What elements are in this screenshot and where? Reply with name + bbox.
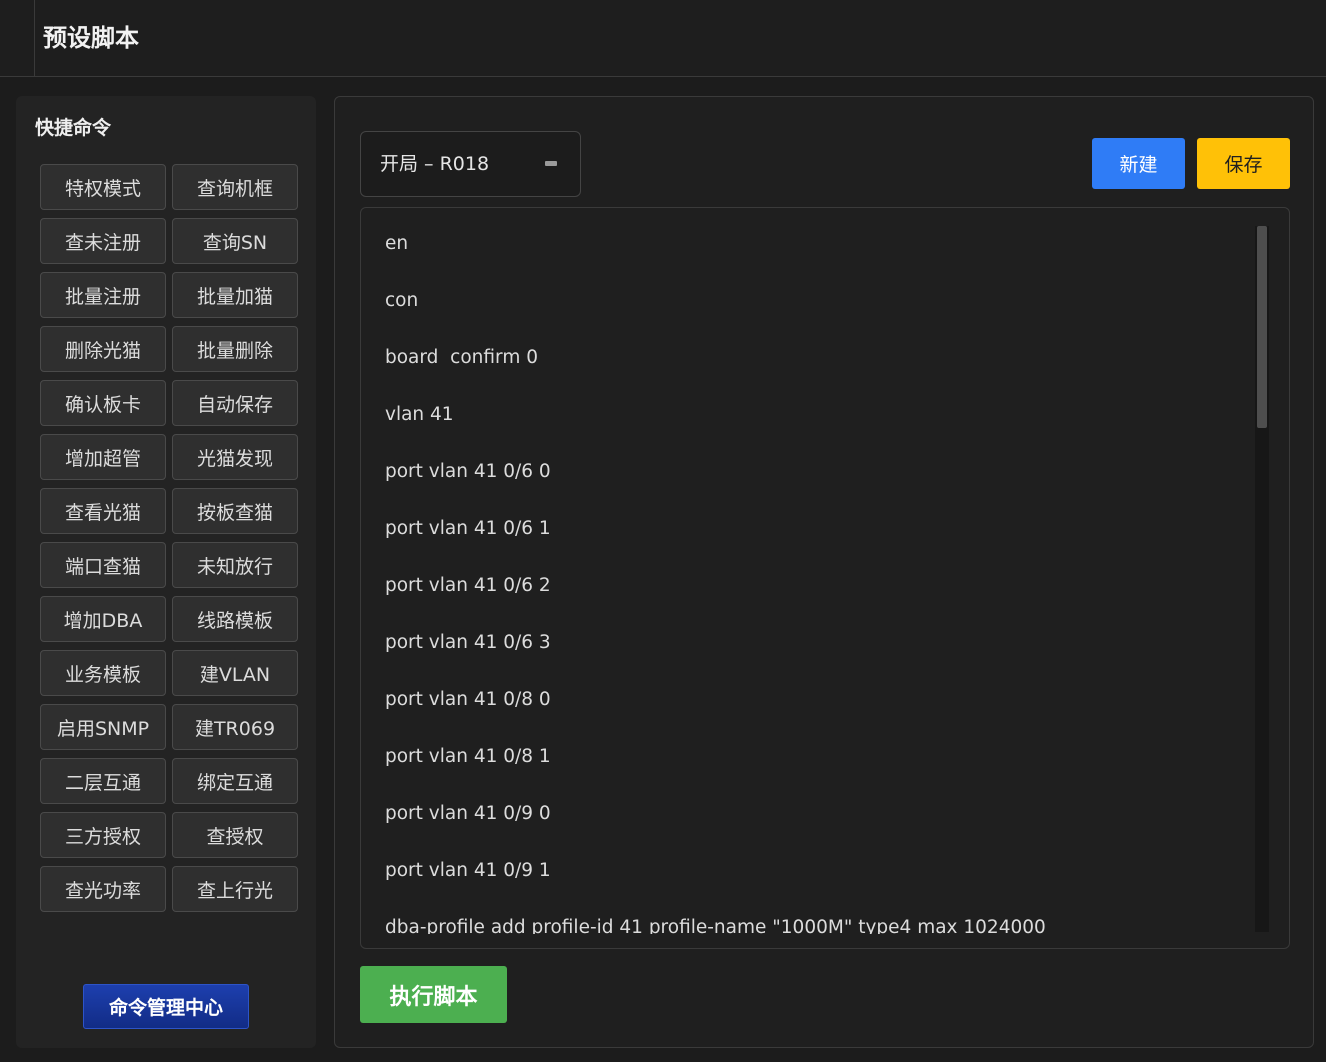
editor-scrollbar[interactable] [1255,226,1269,932]
quick-command-button[interactable]: 查未注册 [40,218,166,264]
script-line: en [385,233,409,254]
script-select[interactable]: 开局 – R018 [360,131,581,197]
header-divider [34,0,35,76]
new-script-button[interactable]: 新建 [1092,138,1185,189]
quick-command-button[interactable]: 查看光猫 [40,488,166,534]
editor-scrollbar-thumb[interactable] [1257,226,1267,428]
script-line: con [385,290,419,311]
script-editor[interactable]: en con board confirm 0 vlan 41 port vlan 41 … [360,207,1290,949]
script-panel: 开局 – R018 新建 保存 en con board confirm 0 vlan… [334,96,1314,1048]
quick-command-button[interactable]: 查询机框 [172,164,298,210]
script-line: port vlan 41 0/6 3 [385,632,551,653]
script-line: vlan 41 [385,404,454,425]
quick-command-button[interactable]: 查上行光 [172,866,298,912]
command-management-center-button[interactable]: 命令管理中心 [83,984,249,1029]
quick-command-button[interactable]: 特权模式 [40,164,166,210]
script-line: port vlan 41 0/8 1 [385,746,551,767]
quick-commands-panel: 快捷命令 特权模式 查询机框 查未注册 查询SN 批量注册 批量加猫 删除光猫 批量删除 确认板… [16,96,316,1048]
quick-commands-grid: 特权模式 查询机框 查未注册 查询SN 批量注册 批量加猫 删除光猫 批量删除 确认板卡 自动保存… [40,164,298,912]
quick-command-button[interactable]: 查授权 [172,812,298,858]
script-line: board confirm 0 [385,347,539,368]
quick-command-button[interactable]: 线路模板 [172,596,298,642]
script-line: port vlan 41 0/9 0 [385,803,551,824]
script-line: port vlan 41 0/6 2 [385,575,551,596]
quick-command-button[interactable]: 建TR069 [172,704,298,750]
quick-command-button[interactable]: 光猫发现 [172,434,298,480]
save-script-button[interactable]: 保存 [1197,138,1290,189]
quick-command-button[interactable]: 端口查猫 [40,542,166,588]
quick-command-button[interactable]: 按板查猫 [172,488,298,534]
page-header: 预设脚本 [0,0,1326,77]
quick-command-button[interactable]: 二层互通 [40,758,166,804]
quick-command-button[interactable]: 批量加猫 [172,272,298,318]
quick-command-button[interactable]: 绑定互通 [172,758,298,804]
quick-command-button[interactable]: 增加DBA [40,596,166,642]
script-line: port vlan 41 0/8 0 [385,689,551,710]
script-select-value: 开局 – R018 [380,153,490,175]
quick-command-button[interactable]: 建VLAN [172,650,298,696]
quick-command-button[interactable]: 删除光猫 [40,326,166,372]
quick-command-button[interactable]: 增加超管 [40,434,166,480]
dropdown-indicator-icon [545,161,557,166]
quick-command-button[interactable]: 未知放行 [172,542,298,588]
script-line: port vlan 41 0/6 1 [385,518,551,539]
script-lines: en con board confirm 0 vlan 41 port vlan 41 … [385,228,1265,934]
script-line: port vlan 41 0/9 1 [385,860,551,881]
quick-command-button[interactable]: 业务模板 [40,650,166,696]
quick-command-button[interactable]: 查询SN [172,218,298,264]
quick-command-button[interactable]: 三方授权 [40,812,166,858]
quick-command-button[interactable]: 查光功率 [40,866,166,912]
quick-command-button[interactable]: 批量删除 [172,326,298,372]
script-line: port vlan 41 0/6 0 [385,461,551,482]
quick-command-button[interactable]: 批量注册 [40,272,166,318]
quick-commands-title: 快捷命令 [35,117,112,139]
run-script-button[interactable]: 执行脚本 [360,966,507,1023]
page-title: 预设脚本 [43,24,139,52]
quick-command-button[interactable]: 启用SNMP [40,704,166,750]
quick-command-button[interactable]: 确认板卡 [40,380,166,426]
quick-command-button[interactable]: 自动保存 [172,380,298,426]
script-line: dba-profile add profile-id 41 profile-na… [385,917,1046,934]
